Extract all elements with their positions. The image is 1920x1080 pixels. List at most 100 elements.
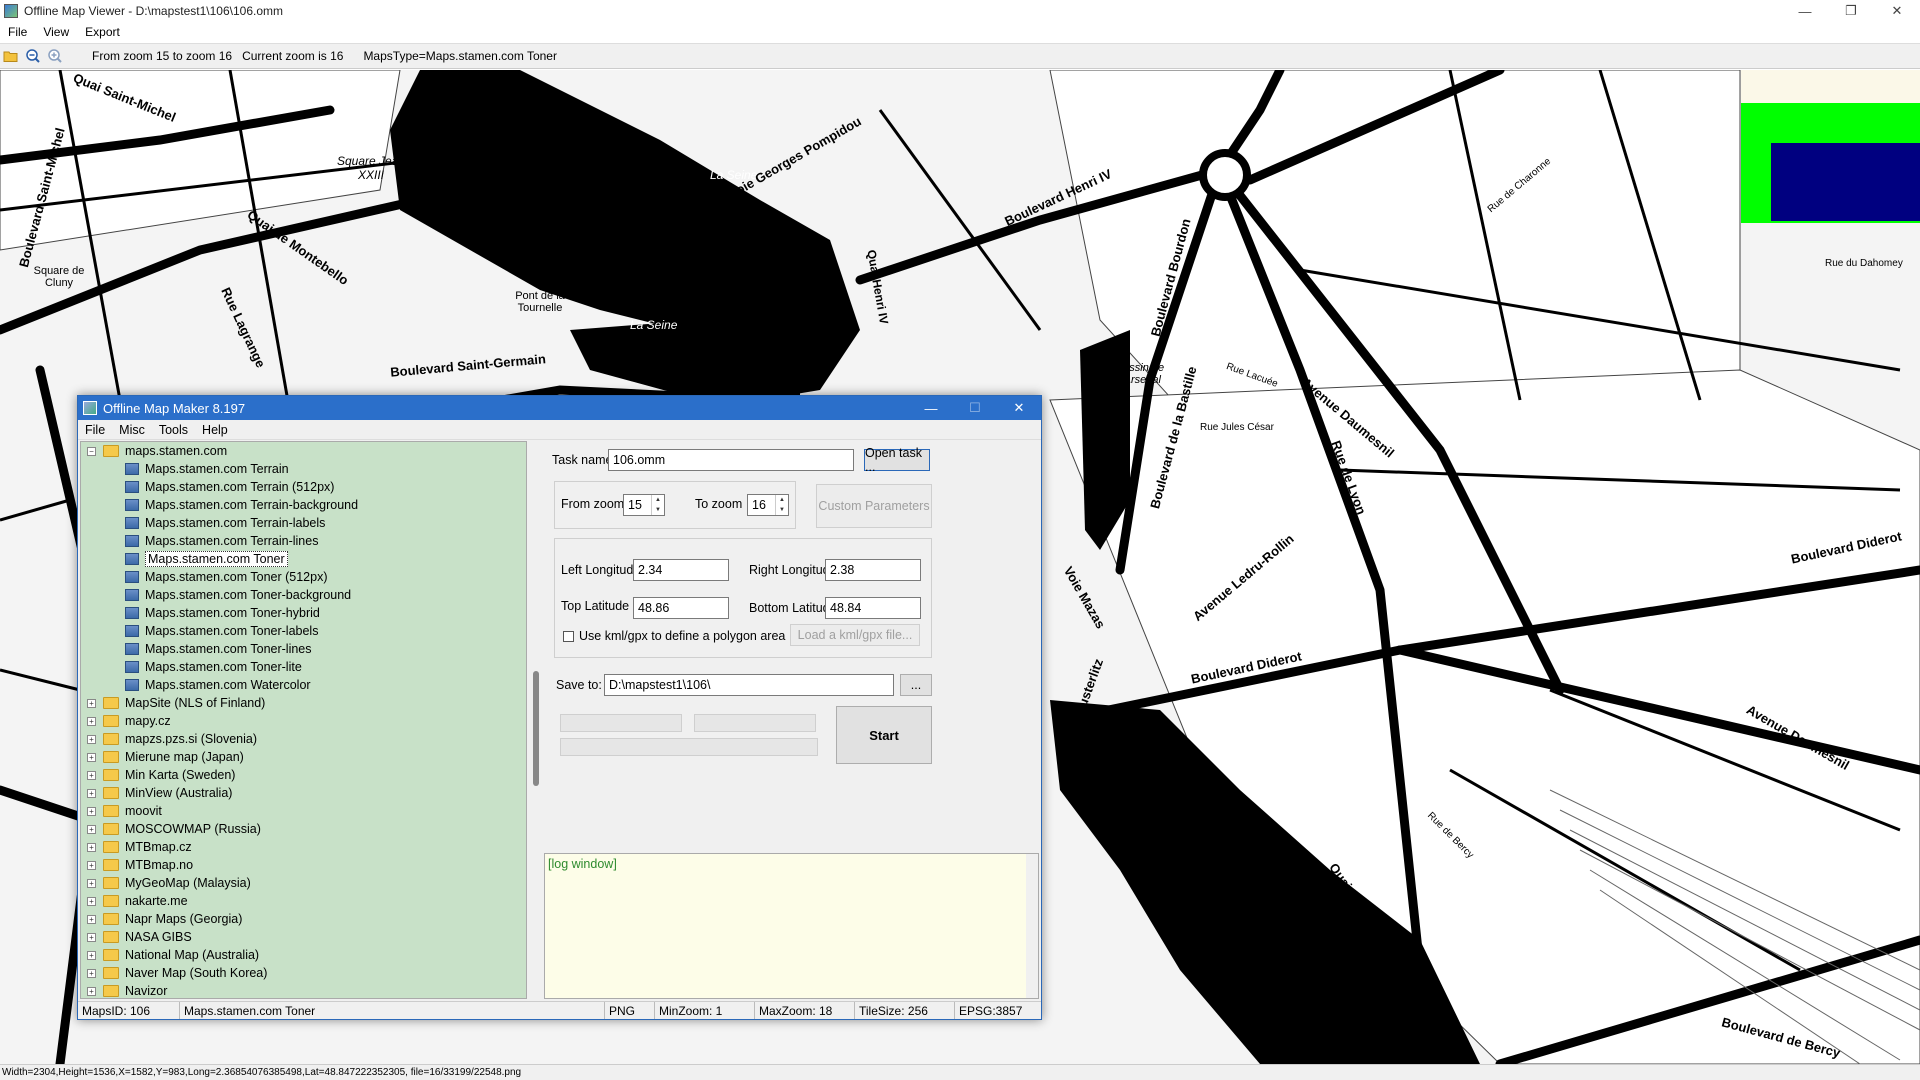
status-tile-size: TileSize: 256 [855, 1002, 955, 1019]
expand-icon[interactable]: + [87, 968, 96, 978]
tree-item[interactable]: Maps.stamen.com Toner (512px) [81, 568, 526, 586]
expand-icon[interactable]: + [87, 842, 96, 852]
from-zoom-spinner[interactable]: 15 ▲ ▼ [623, 494, 665, 516]
spinner-arrows-icon[interactable]: ▲ ▼ [651, 495, 664, 515]
tree-item[interactable]: Maps.stamen.com Terrain (512px) [81, 478, 526, 496]
expand-icon[interactable]: + [87, 770, 96, 780]
menu-file[interactable]: File [0, 25, 35, 39]
tree-folder[interactable]: + MapSite (NLS of Finland) [81, 694, 526, 712]
tree-folder[interactable]: + Navizor [81, 982, 526, 998]
dialog-maximize-button[interactable]: ☐ [953, 396, 997, 420]
left-longitude-input[interactable]: 2.34 [633, 559, 729, 581]
tree-folder[interactable]: + mapy.cz [81, 712, 526, 730]
zoom-in-button[interactable] [44, 45, 66, 67]
map-label: Bassin de l'Arsenal [1115, 362, 1165, 386]
save-to-input[interactable]: D:\mapstest1\106\ [604, 674, 894, 696]
tree-item[interactable]: Maps.stamen.com Toner-lite [81, 658, 526, 676]
menu-export[interactable]: Export [77, 25, 128, 39]
dialog-minimize-button[interactable]: — [909, 396, 953, 420]
tree-folder[interactable]: + MyGeoMap (Malaysia) [81, 874, 526, 892]
bottom-latitude-label: Bottom Latitude [749, 601, 837, 615]
log-window[interactable]: [log window] [544, 853, 1039, 999]
toolbar: From zoom 15 to zoom 16 Current zoom is … [0, 43, 1920, 69]
to-zoom-spinner[interactable]: 16 ▲ ▼ [747, 494, 789, 516]
tree-item[interactable]: Maps.stamen.com Toner-hybrid [81, 604, 526, 622]
tree-folder[interactable]: − maps.stamen.com [81, 442, 526, 460]
tree-folder[interactable]: + nakarte.me [81, 892, 526, 910]
expand-icon[interactable]: + [87, 896, 96, 906]
menu-view[interactable]: View [35, 25, 77, 39]
tree-folder[interactable]: + mapzs.pzs.si (Slovenia) [81, 730, 526, 748]
map-layer-icon [125, 571, 139, 583]
dialog-close-button[interactable]: ✕ [997, 396, 1041, 420]
expand-icon[interactable]: + [87, 716, 96, 726]
expand-icon[interactable]: + [87, 824, 96, 834]
expand-icon[interactable]: + [87, 698, 96, 708]
expand-icon[interactable]: + [87, 878, 96, 888]
window-controls: — ❐ ✕ [1782, 0, 1920, 22]
expand-icon[interactable]: + [87, 914, 96, 924]
custom-parameters-button[interactable]: Custom Parameters [816, 484, 932, 528]
tree-folder[interactable]: + MTBmap.cz [81, 838, 526, 856]
dialog-status-bar: MapsID: 106 Maps.stamen.com Toner PNG Mi… [78, 1001, 1041, 1019]
expand-icon[interactable]: + [87, 950, 96, 960]
folder-icon [103, 949, 119, 961]
tree-folder[interactable]: + Napr Maps (Georgia) [81, 910, 526, 928]
expand-icon[interactable]: + [87, 986, 96, 996]
spinner-arrows-icon[interactable]: ▲ ▼ [775, 495, 788, 515]
map-layer-icon [125, 643, 139, 655]
tree-item[interactable]: Maps.stamen.com Toner [81, 550, 526, 568]
top-latitude-input[interactable]: 48.86 [633, 597, 729, 619]
tree-item[interactable]: Maps.stamen.com Watercolor [81, 676, 526, 694]
tree-item[interactable]: Maps.stamen.com Terrain-lines [81, 532, 526, 550]
tree-folder[interactable]: + Mierune map (Japan) [81, 748, 526, 766]
tree-folder[interactable]: + National Map (Australia) [81, 946, 526, 964]
tree-item[interactable]: Maps.stamen.com Toner-labels [81, 622, 526, 640]
expand-icon[interactable]: + [87, 788, 96, 798]
expand-icon[interactable]: + [87, 752, 96, 762]
expand-icon[interactable]: + [87, 932, 96, 942]
tree-folder[interactable]: + NASA GIBS [81, 928, 526, 946]
tree-item[interactable]: Maps.stamen.com Toner-background [81, 586, 526, 604]
tree-folder[interactable]: + MinView (Australia) [81, 784, 526, 802]
tree-item[interactable]: Maps.stamen.com Terrain-labels [81, 514, 526, 532]
expand-icon[interactable]: + [87, 734, 96, 744]
right-longitude-input[interactable]: 2.38 [825, 559, 921, 581]
minimize-button[interactable]: — [1782, 0, 1828, 22]
dialog-menu-file[interactable]: File [78, 423, 112, 437]
open-task-button[interactable]: Open task ... [864, 446, 930, 474]
folder-icon [103, 697, 119, 709]
tree-folder[interactable]: + MOSCOWMAP (Russia) [81, 820, 526, 838]
map-layer-icon [125, 535, 139, 547]
collapse-icon[interactable]: − [87, 446, 96, 456]
tree-folder[interactable]: + moovit [81, 802, 526, 820]
dialog-menu-misc[interactable]: Misc [112, 423, 152, 437]
expand-icon[interactable]: + [87, 860, 96, 870]
expand-icon[interactable]: + [87, 806, 96, 816]
task-name-input[interactable]: 106.omm [608, 449, 854, 471]
tree-folder[interactable]: + Naver Map (South Korea) [81, 964, 526, 982]
browse-button[interactable]: ... [900, 674, 932, 696]
bottom-latitude-input[interactable]: 48.84 [825, 597, 921, 619]
log-scrollbar[interactable] [1026, 854, 1038, 998]
map-label: Rue Jules César [1200, 422, 1274, 433]
tree-item[interactable]: Maps.stamen.com Terrain [81, 460, 526, 478]
status-format: PNG [605, 1002, 655, 1019]
tree-scrollbar[interactable] [530, 441, 542, 999]
tree-item[interactable]: Maps.stamen.com Toner-lines [81, 640, 526, 658]
map-source-tree[interactable]: − maps.stamen.com Maps.stamen.com Terrai… [80, 441, 527, 999]
close-button[interactable]: ✕ [1874, 0, 1920, 22]
tree-folder[interactable]: + MTBmap.no [81, 856, 526, 874]
scroll-thumb[interactable] [533, 671, 539, 786]
tree-item[interactable]: Maps.stamen.com Terrain-background [81, 496, 526, 514]
open-folder-button[interactable] [0, 45, 22, 67]
zoom-out-button[interactable] [22, 45, 44, 67]
dialog-menu-tools[interactable]: Tools [152, 423, 195, 437]
dialog-menu-help[interactable]: Help [195, 423, 235, 437]
load-kml-button[interactable]: Load a kml/gpx file... [790, 624, 920, 646]
zoom-range-text: From zoom 15 to zoom 16 [92, 49, 233, 63]
kml-checkbox[interactable] [563, 631, 574, 642]
start-button[interactable]: Start [836, 706, 932, 764]
tree-folder[interactable]: + Min Karta (Sweden) [81, 766, 526, 784]
maximize-button[interactable]: ❐ [1828, 0, 1874, 22]
